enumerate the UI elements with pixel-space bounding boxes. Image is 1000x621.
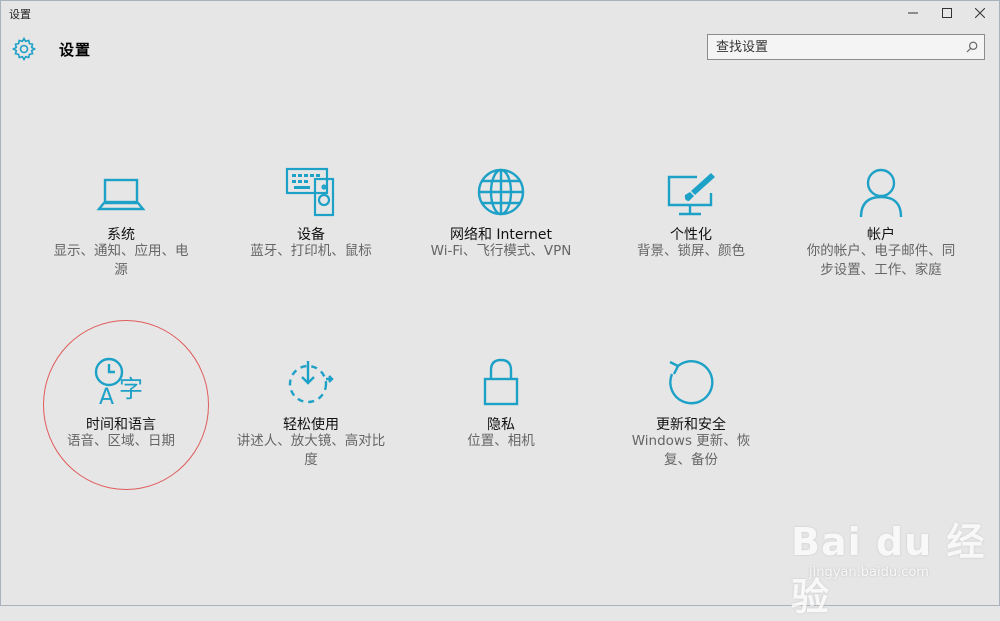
- tile-label: 网络和 Internet: [449, 227, 553, 243]
- search-icon: [966, 41, 978, 53]
- tile-network[interactable]: 网络和 Internet Wi-Fi、飞行模式、VPN: [411, 161, 591, 311]
- laptop-icon: [96, 178, 146, 211]
- tile-description: 你的帐户、电子邮件、同步设置、工作、家庭: [806, 243, 956, 278]
- tile-label: 设备: [297, 227, 325, 243]
- tile-label: 帐户: [867, 227, 895, 243]
- tile-description: 讲述人、放大镜、高对比度: [236, 433, 386, 468]
- maximize-icon: [942, 8, 952, 18]
- highlight-circle: [43, 320, 209, 490]
- search-box[interactable]: [707, 34, 985, 60]
- title-bar: 设置: [1, 1, 999, 25]
- tile-description: 位置、相机: [467, 433, 535, 449]
- lock-icon: [483, 358, 519, 406]
- tile-personalization[interactable]: 个性化 背景、锁屏、颜色: [601, 161, 781, 311]
- tile-privacy[interactable]: 隐私 位置、相机: [411, 353, 591, 503]
- tile-label: 轻松使用: [283, 417, 339, 433]
- tile-description: 显示、通知、应用、电源: [53, 243, 189, 278]
- tile-label: 系统: [107, 227, 135, 243]
- tile-update-security[interactable]: 更新和安全 Windows 更新、恢复、备份: [601, 353, 781, 503]
- window-title: 设置: [9, 8, 31, 21]
- gear-icon: [12, 37, 36, 61]
- tile-description: 蓝牙、打印机、鼠标: [250, 243, 372, 259]
- settings-window: 设置 设置 系统 显示、通知、应用、电源: [0, 0, 1000, 619]
- watermark-url: jingyan.baidu.com: [809, 565, 929, 580]
- tile-label: 个性化: [670, 227, 712, 243]
- tile-label: 隐私: [487, 417, 515, 433]
- refresh-icon: [669, 360, 714, 405]
- monitor-brush-icon: [667, 173, 715, 216]
- close-icon: [975, 8, 985, 18]
- tile-label: 更新和安全: [656, 417, 726, 433]
- tile-system[interactable]: 系统 显示、通知、应用、电源: [31, 161, 211, 311]
- ease-of-access-icon: [288, 361, 334, 404]
- keyboard-speaker-icon: [285, 167, 335, 217]
- tile-description: 背景、锁屏、颜色: [637, 243, 745, 259]
- search-input[interactable]: [716, 38, 956, 56]
- minimize-icon: [908, 12, 918, 14]
- globe-icon: [477, 168, 525, 216]
- close-button[interactable]: [961, 1, 999, 25]
- minimize-button[interactable]: [894, 1, 932, 25]
- tile-accounts[interactable]: 帐户 你的帐户、电子邮件、同步设置、工作、家庭: [791, 161, 971, 311]
- person-icon: [859, 168, 903, 218]
- page-title: 设置: [59, 41, 92, 59]
- tile-description: Wi-Fi、飞行模式、VPN: [430, 243, 572, 259]
- tile-description: Windows 更新、恢复、备份: [631, 433, 751, 468]
- tile-devices[interactable]: 设备 蓝牙、打印机、鼠标: [221, 161, 401, 311]
- watermark: Bai du 经验 jingyan.baidu.com: [791, 501, 991, 619]
- tile-ease-of-access[interactable]: 轻松使用 讲述人、放大镜、高对比度: [221, 353, 401, 503]
